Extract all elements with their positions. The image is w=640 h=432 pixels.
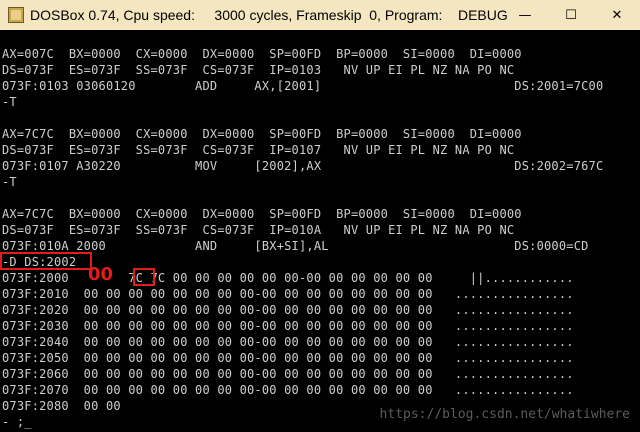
console-line: AX=7C7C BX=0000 CX=0000 DX=0000 SP=00FD … [2, 127, 522, 141]
console-line: -T [2, 95, 17, 109]
value-highlight-box [133, 268, 155, 286]
console-line: -T [2, 175, 17, 189]
dump-row: 073F:2030 00 00 00 00 00 00 00 00-00 00 … [2, 319, 574, 333]
dump-row: 073F:2060 00 00 00 00 00 00 00 00-00 00 … [2, 367, 574, 381]
dos-console-screen[interactable]: AX=007C BX=0000 CX=0000 DX=0000 SP=00FD … [0, 30, 640, 432]
console-line: DS=073F ES=073F SS=073F CS=073F IP=0107 … [2, 143, 515, 157]
dump-command-highlight-box [0, 252, 92, 270]
close-button[interactable]: ✕ [594, 0, 640, 30]
console-line: 073F:0103 03060120 ADD AX,[2001] DS:2001… [2, 79, 604, 93]
dump-row: 073F:2070 00 00 00 00 00 00 00 00-00 00 … [2, 383, 574, 397]
console-line: 073F:0107 A30220 MOV [2002],AX DS:2002=7… [2, 159, 604, 173]
watermark-text: https://blog.csdn.net/whatiwhere [379, 407, 630, 422]
console-line: DS=073F ES=073F SS=073F CS=073F IP=0103 … [2, 63, 515, 77]
console-output: AX=007C BX=0000 CX=0000 DX=0000 SP=00FD … [2, 46, 603, 430]
dump-row: 073F:2040 00 00 00 00 00 00 00 00-00 00 … [2, 335, 574, 349]
console-line: DS=073F ES=073F SS=073F CS=073F IP=010A … [2, 223, 515, 237]
dosbox-app-icon [8, 7, 24, 23]
window-controls: — ☐ ✕ [502, 0, 640, 30]
maximize-button[interactable]: ☐ [548, 0, 594, 30]
console-line: AX=007C BX=0000 CX=0000 DX=0000 SP=00FD … [2, 47, 522, 61]
dump-row: 073F:2020 00 00 00 00 00 00 00 00-00 00 … [2, 303, 574, 317]
window-title: DOSBox 0.74, Cpu speed: 3000 cycles, Fra… [30, 7, 508, 23]
dump-row: 073F:2010 00 00 00 00 00 00 00 00-00 00 … [2, 287, 574, 301]
title-bar: DOSBox 0.74, Cpu speed: 3000 cycles, Fra… [0, 0, 640, 30]
dump-row: 073F:2050 00 00 00 00 00 00 00 00-00 00 … [2, 351, 574, 365]
handwritten-annotation: 00 [88, 264, 114, 285]
console-line: 073F:010A 2000 AND [BX+SI],AL DS:0000=CD [2, 239, 589, 253]
console-line: AX=7C7C BX=0000 CX=0000 DX=0000 SP=00FD … [2, 207, 522, 221]
minimize-button[interactable]: — [502, 0, 548, 30]
